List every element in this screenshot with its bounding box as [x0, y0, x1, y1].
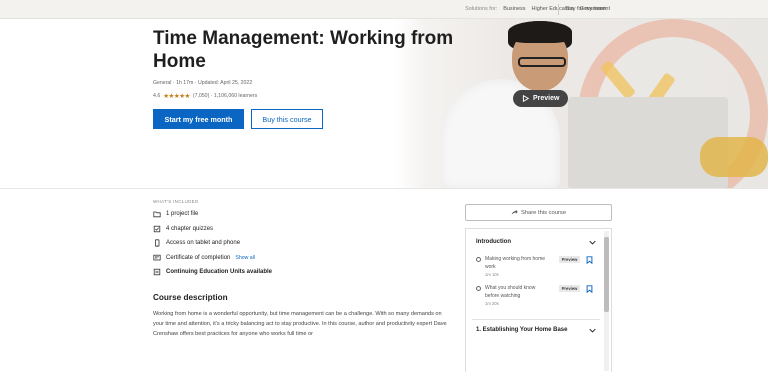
whats-included-label: WHAT'S INCLUDED [153, 199, 199, 204]
nav-business-link[interactable]: Business [503, 6, 525, 12]
share-course-label: Share this course [520, 209, 567, 216]
folder-icon [153, 211, 161, 218]
solutions-for-label: Solutions for: [465, 6, 498, 12]
toc-scrollbar-thumb[interactable] [604, 237, 609, 312]
lesson-title: Making working from home work [485, 256, 546, 270]
lesson-preview-badge[interactable]: Preview [559, 285, 580, 292]
course-meta: General · 1h 17m · Updated: April 25, 20… [153, 80, 253, 86]
cushion-graphic [700, 137, 768, 177]
toc-section-establishing-home-base[interactable]: 1. Establishing Your Home Base [476, 327, 596, 333]
lesson-status-icon [476, 286, 481, 291]
toc-section-introduction[interactable]: Introduction [476, 239, 596, 245]
table-of-contents: Introduction Making working from home wo… [465, 228, 612, 372]
top-nav: Solutions for: Business Higher Education… [0, 0, 768, 19]
glasses-graphic [518, 57, 566, 67]
toc-lesson-item[interactable]: Making working from home work 1m 10s Pre… [476, 256, 596, 284]
share-course-button[interactable]: Share this course [465, 204, 612, 221]
included-item: 1 project file [153, 207, 272, 222]
included-item-label: Certificate of completion [166, 254, 231, 261]
preview-label: Preview [533, 95, 560, 102]
lesson-duration: 1m 20s [485, 301, 499, 306]
included-item-label: 1 project file [166, 211, 199, 218]
toc-lesson-item[interactable]: What you should know before watching 1m … [476, 285, 596, 313]
included-item: 4 chapter quizzes [153, 222, 272, 237]
course-rating: 4.6 ★★★★★ (7,050) · 1,106,060 learners [153, 92, 257, 100]
included-item: Access on tablet and phone [153, 236, 272, 251]
star-rating-icon: ★★★★★ [163, 93, 190, 100]
rating-value: 4.6 [153, 93, 161, 99]
chevron-down-icon [589, 328, 596, 333]
toc-divider [472, 319, 600, 320]
person-hair-graphic [508, 21, 572, 43]
toc-section-title: Introduction [476, 239, 511, 245]
included-item-label: Continuing Education Units available [166, 269, 273, 276]
lesson-title: What you should know before watching [485, 285, 536, 299]
page-title: Time Management: Working from Home [153, 28, 454, 72]
show-all-link[interactable]: Show all [235, 255, 255, 261]
included-item-label: Access on tablet and phone [166, 240, 241, 247]
chevron-down-icon [589, 240, 596, 245]
included-list: 1 project file 4 chapter quizzes Access … [153, 207, 272, 280]
share-icon [511, 209, 518, 215]
quiz-icon [153, 225, 161, 232]
nav-divider [558, 4, 559, 15]
rating-count: (7,050) · 1,106,060 learners [192, 93, 258, 99]
lesson-status-icon [476, 257, 481, 262]
course-description-title: Course description [153, 293, 228, 302]
included-item: Continuing Education Units available [153, 265, 272, 280]
play-icon [522, 95, 529, 102]
certificate-icon [153, 254, 161, 261]
preview-button[interactable]: Preview [513, 90, 569, 107]
mobile-icon [155, 239, 160, 247]
start-free-month-button[interactable]: Start my free month [153, 109, 244, 129]
ceu-icon [153, 269, 161, 276]
buy-for-team-link[interactable]: Buy for my team [566, 6, 606, 12]
bookmark-icon[interactable] [586, 285, 593, 293]
bookmark-icon[interactable] [586, 256, 593, 264]
lesson-preview-badge[interactable]: Preview [559, 256, 580, 263]
course-description-text: Working from home is a wonderful opportu… [153, 311, 447, 337]
included-item-label: 4 chapter quizzes [166, 225, 214, 232]
included-item: Certificate of completion Show all [153, 251, 272, 266]
buy-course-button[interactable]: Buy this course [251, 109, 323, 129]
toc-section-title: 1. Establishing Your Home Base [476, 327, 568, 333]
lesson-duration: 1m 10s [485, 272, 499, 277]
